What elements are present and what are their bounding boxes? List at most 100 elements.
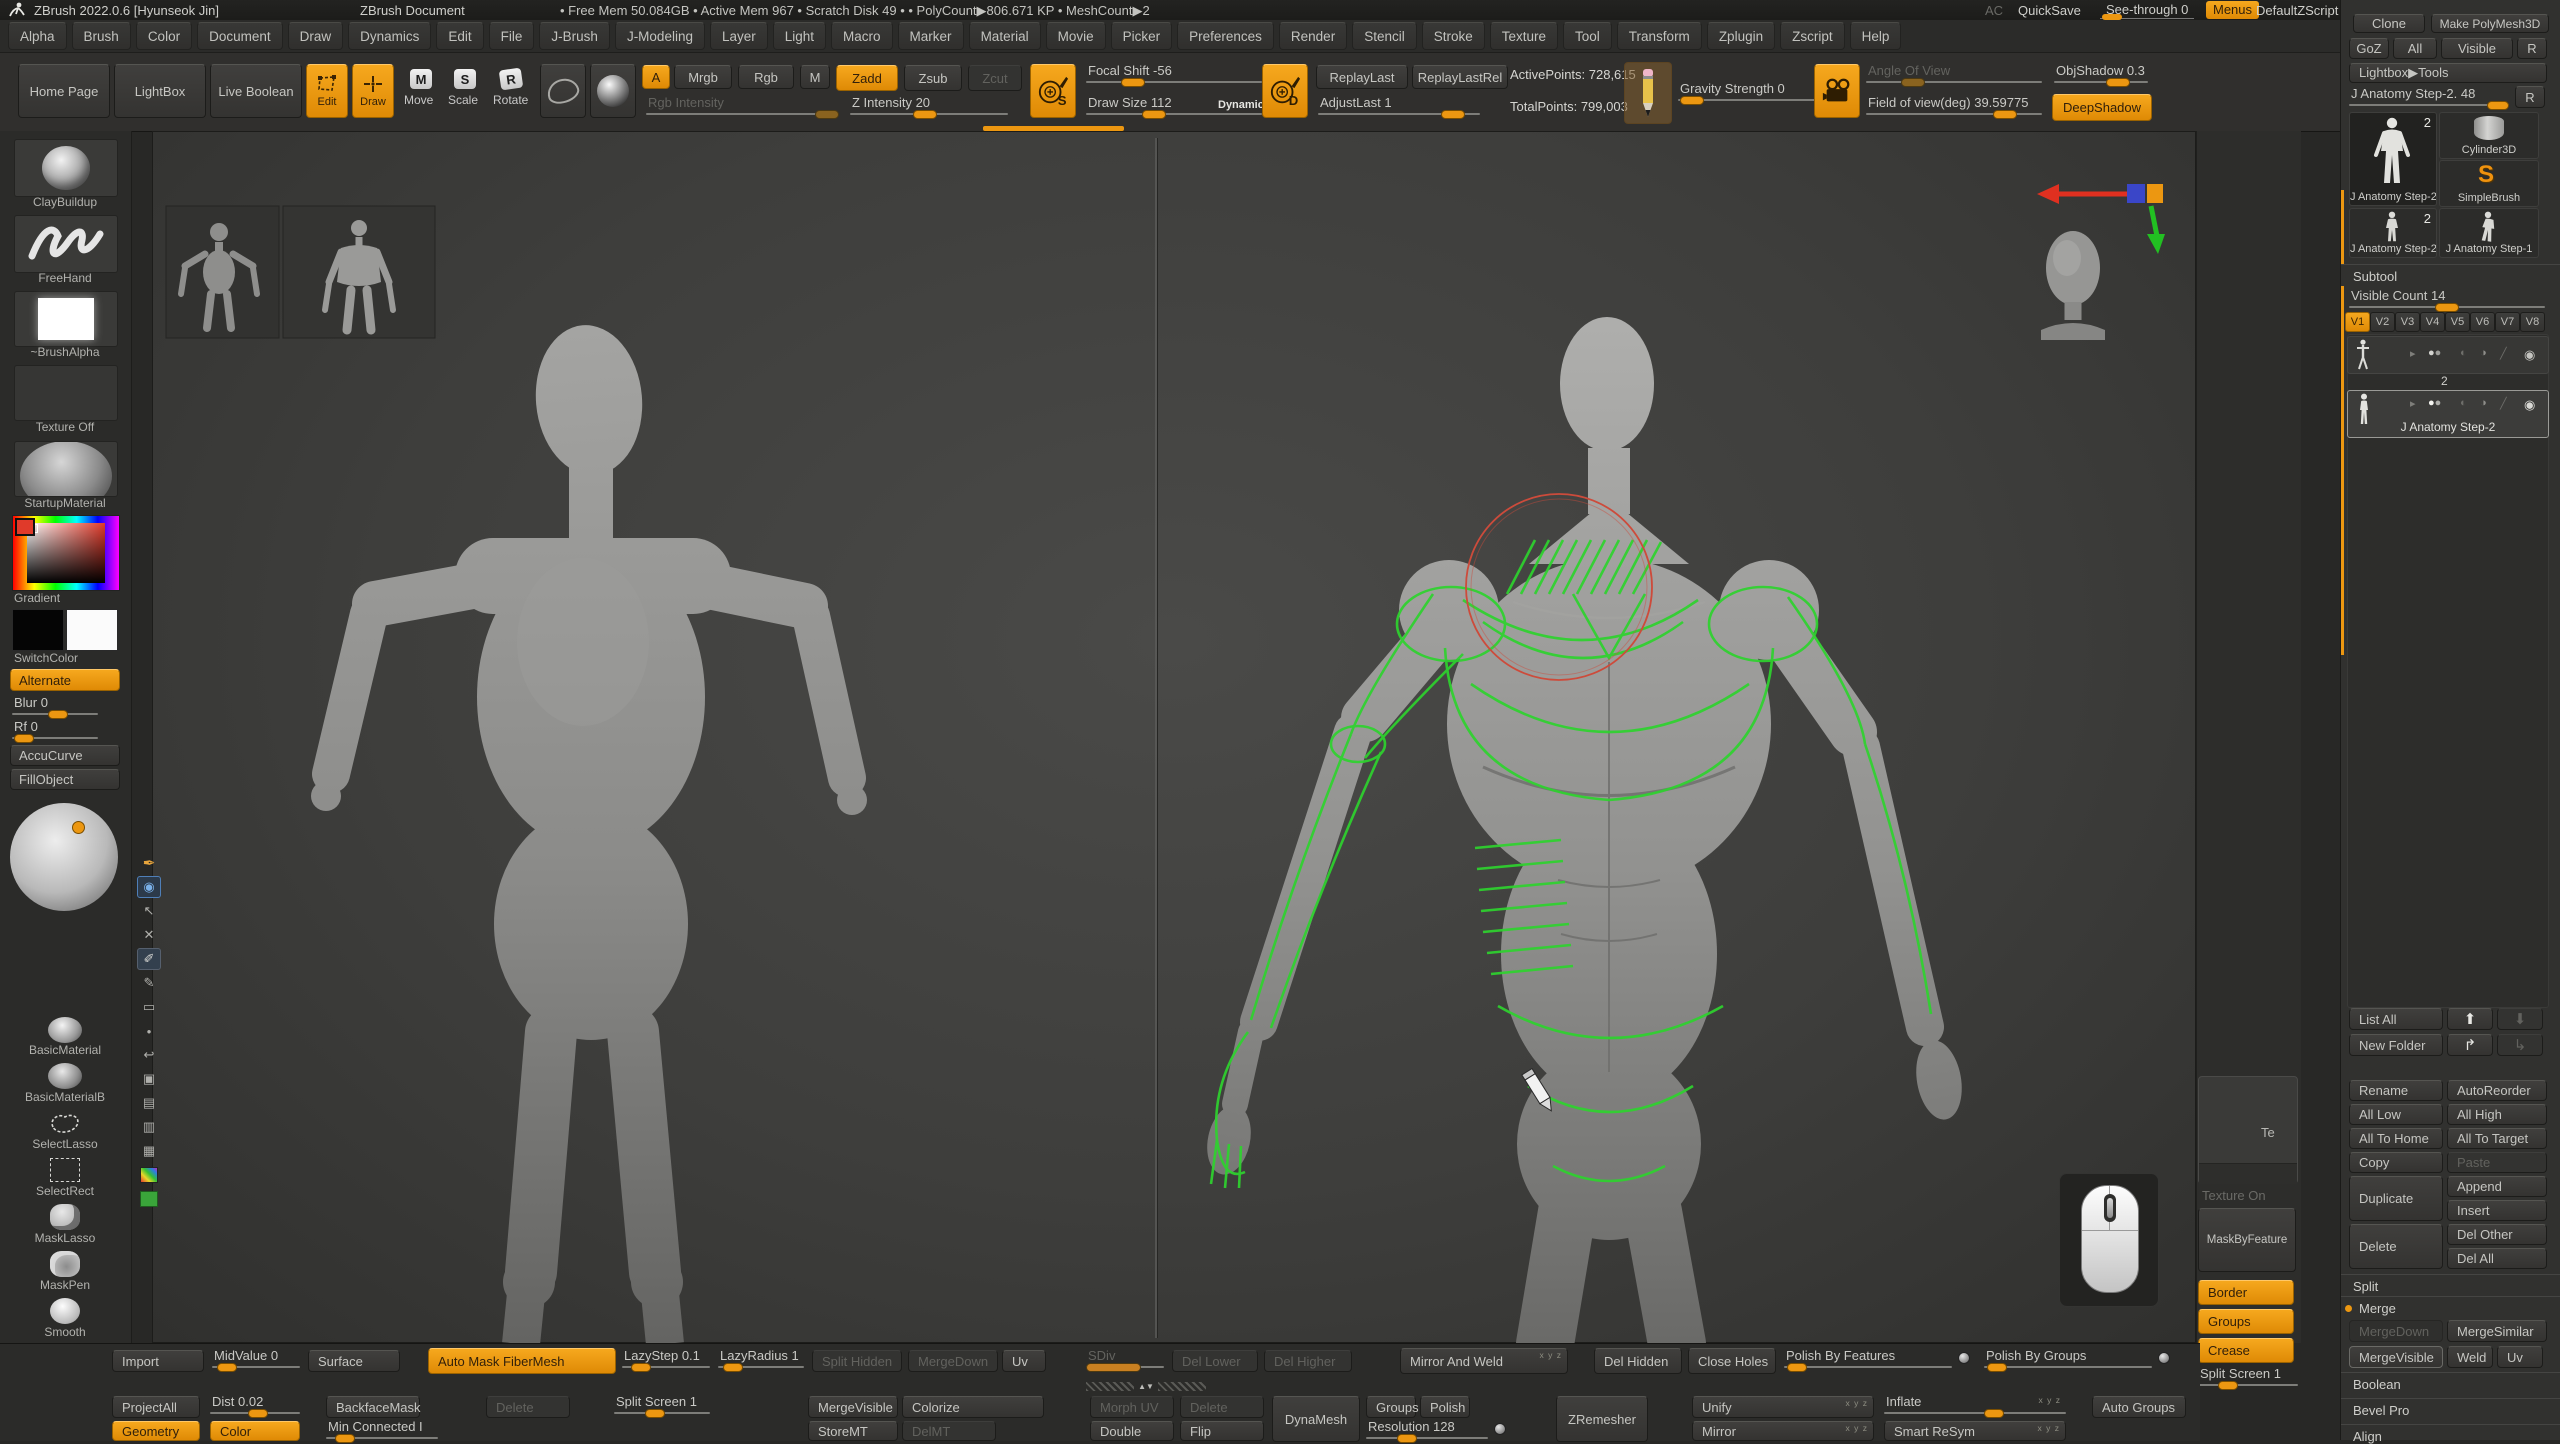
default-zscript-button[interactable]: DefaultZScript xyxy=(2256,3,2338,18)
new-folder-button[interactable]: New Folder xyxy=(2349,1034,2443,1056)
folder-up-button[interactable]: ↱ xyxy=(2447,1034,2493,1056)
project-all-button[interactable]: ProjectAll xyxy=(112,1396,200,1418)
auto-groups-button[interactable]: Auto Groups xyxy=(2092,1396,2186,1418)
cursor-icon[interactable]: ↖ xyxy=(137,900,161,922)
brush-claybuildup-thumb[interactable] xyxy=(14,139,118,197)
groups-button[interactable]: Groups xyxy=(2198,1309,2294,1334)
camera-view-button[interactable] xyxy=(1814,64,1860,118)
brush-off-icon[interactable]: ✕ xyxy=(137,924,161,946)
clipboard-icon[interactable]: ▤ xyxy=(137,1092,161,1114)
active-tool-slider[interactable]: J Anatomy Step-2. 48 xyxy=(2349,86,2509,106)
stroke-curve-s-button[interactable]: S xyxy=(1030,64,1076,118)
uv-bottom-button[interactable]: Uv xyxy=(1002,1350,1046,1372)
selectlasso-thumb[interactable] xyxy=(40,1108,90,1138)
subtool-item-1[interactable]: ▸ ●● ◐ ◑ ╱ ◉ xyxy=(2347,336,2549,374)
zadd-button[interactable]: Zadd xyxy=(836,65,898,91)
goz-all-button[interactable]: All xyxy=(2393,38,2437,59)
half-visibility-icon[interactable]: ◐ xyxy=(2460,397,2467,409)
geometry-button[interactable]: Geometry xyxy=(112,1421,200,1441)
duplicate-button[interactable]: Duplicate xyxy=(2349,1176,2443,1221)
del-other-button[interactable]: Del Other xyxy=(2447,1224,2547,1245)
polish-button[interactable]: Polish xyxy=(1420,1396,1470,1418)
draw-polyframe-icon[interactable]: ▸ xyxy=(2410,397,2416,410)
color-button[interactable]: Color xyxy=(210,1421,300,1441)
menu-item[interactable]: Zscript xyxy=(1780,22,1845,50)
crease-button[interactable]: Crease xyxy=(2198,1338,2294,1363)
resolution-mode-icon[interactable] xyxy=(1494,1423,1506,1435)
surface-button[interactable]: Surface xyxy=(308,1350,400,1372)
del-mt-button[interactable]: DelMT xyxy=(902,1421,996,1441)
menu-item[interactable]: Layer xyxy=(710,22,768,50)
alpha-thumb[interactable] xyxy=(14,291,118,347)
smooth-thumb[interactable] xyxy=(40,1296,90,1326)
menu-item[interactable]: Dynamics xyxy=(348,22,431,50)
menu-item[interactable]: Macro xyxy=(831,22,893,50)
fillobject-button[interactable]: FillObject xyxy=(10,769,120,790)
live-boolean-button[interactable]: Live Boolean xyxy=(210,64,302,118)
rf-slider[interactable]: Rf 0 xyxy=(12,719,98,739)
colorize-button[interactable]: Colorize xyxy=(902,1396,1044,1418)
menu-item[interactable]: J-Brush xyxy=(539,22,610,50)
goz-r-button[interactable]: R xyxy=(2517,38,2547,59)
rgb-button[interactable]: Rgb xyxy=(738,65,794,89)
insert-button[interactable]: Insert xyxy=(2447,1200,2547,1221)
angle-of-view-slider[interactable]: Angle Of View xyxy=(1866,63,2042,83)
make-polymesh3d-button[interactable]: Make PolyMesh3D xyxy=(2431,14,2549,33)
subtool-item-2-selected[interactable]: ▸ ●● ◐ ◑ ╱ ◉ J Anatomy Step-2 xyxy=(2347,390,2549,438)
copy-button[interactable]: Copy xyxy=(2349,1152,2443,1173)
secondary-color-swatch[interactable] xyxy=(66,609,118,651)
replay-last-rel-button[interactable]: ReplayLastRel xyxy=(1412,65,1508,89)
merge-section-header[interactable]: Merge xyxy=(2341,1296,2560,1318)
clone-button[interactable]: Clone xyxy=(2353,14,2425,33)
menu-item[interactable]: Texture xyxy=(1490,22,1558,50)
menus-button[interactable]: Menus xyxy=(2206,1,2259,19)
del-hidden-button[interactable]: Del Hidden xyxy=(1594,1348,1682,1374)
split-section-header[interactable]: Split xyxy=(2341,1274,2560,1296)
menu-item[interactable]: J-Modeling xyxy=(615,22,705,50)
zsub-button[interactable]: Zsub xyxy=(904,65,962,91)
min-connected-slider[interactable]: Min Connected I xyxy=(326,1419,438,1439)
del-higher-button[interactable]: Del Higher xyxy=(1264,1350,1352,1372)
main-color-swatch[interactable] xyxy=(12,609,64,651)
basicmaterialb-thumb[interactable] xyxy=(40,1061,90,1091)
rgb-intensity-slider[interactable]: Rgb Intensity xyxy=(646,95,838,115)
adjust-last-slider[interactable]: AdjustLast 1 xyxy=(1318,95,1480,115)
dynamesh-button[interactable]: DynaMesh xyxy=(1272,1396,1360,1442)
image-icon[interactable]: ▥ xyxy=(137,1116,161,1138)
weld-button[interactable]: Weld xyxy=(2447,1346,2493,1368)
polish-by-groups-slider[interactable]: Polish By Groups xyxy=(1984,1348,2152,1368)
menu-item[interactable]: Render xyxy=(1279,22,1347,50)
merge-down-bottom-button[interactable]: MergeDown xyxy=(908,1350,998,1372)
menu-item[interactable]: Light xyxy=(773,22,826,50)
maskpen-thumb[interactable] xyxy=(40,1249,90,1279)
split-screen-bottom-slider[interactable]: Split Screen 1 xyxy=(614,1394,710,1414)
difference-icon[interactable]: ◑ xyxy=(2480,397,2487,409)
paint-icon[interactable]: ●● xyxy=(2428,397,2441,409)
menu-item[interactable]: Picker xyxy=(1111,22,1173,50)
quicksave-button[interactable]: QuickSave xyxy=(2018,3,2081,18)
brush-slash-icon[interactable]: ╱ xyxy=(2500,347,2507,360)
merge-similar-button[interactable]: MergeSimilar xyxy=(2447,1320,2547,1342)
goz-button[interactable]: GoZ xyxy=(2349,38,2389,59)
menu-item[interactable]: Color xyxy=(136,22,192,50)
accucurve-button[interactable]: AccuCurve xyxy=(10,745,120,766)
goz-visible-button[interactable]: Visible xyxy=(2441,38,2513,59)
stroke-freehand-thumb[interactable] xyxy=(14,215,118,273)
all-to-target-button[interactable]: All To Target xyxy=(2447,1128,2547,1149)
tab-v8[interactable]: V8 xyxy=(2520,312,2545,332)
material-button[interactable] xyxy=(590,64,636,118)
edit-button[interactable]: Edit xyxy=(306,64,348,118)
eye-icon[interactable]: ◉ xyxy=(2524,397,2535,413)
home-page-button[interactable]: Home Page xyxy=(18,64,110,118)
tool-panel-scrollbar[interactable] xyxy=(2341,190,2344,655)
folder-down-button[interactable]: ↳ xyxy=(2497,1034,2543,1056)
tab-v2[interactable]: V2 xyxy=(2370,312,2395,332)
uv-button[interactable]: Uv xyxy=(2497,1346,2543,1368)
all-low-button[interactable]: All Low xyxy=(2349,1104,2443,1125)
auto-reorder-button[interactable]: AutoReorder xyxy=(2447,1080,2547,1101)
dot-icon[interactable]: • xyxy=(137,1020,161,1042)
menu-item[interactable]: Transform xyxy=(1617,22,1702,50)
delete-button[interactable]: Delete xyxy=(2349,1224,2443,1269)
difference-icon[interactable]: ◑ xyxy=(2480,347,2487,359)
menu-item[interactable]: Draw xyxy=(288,22,344,50)
